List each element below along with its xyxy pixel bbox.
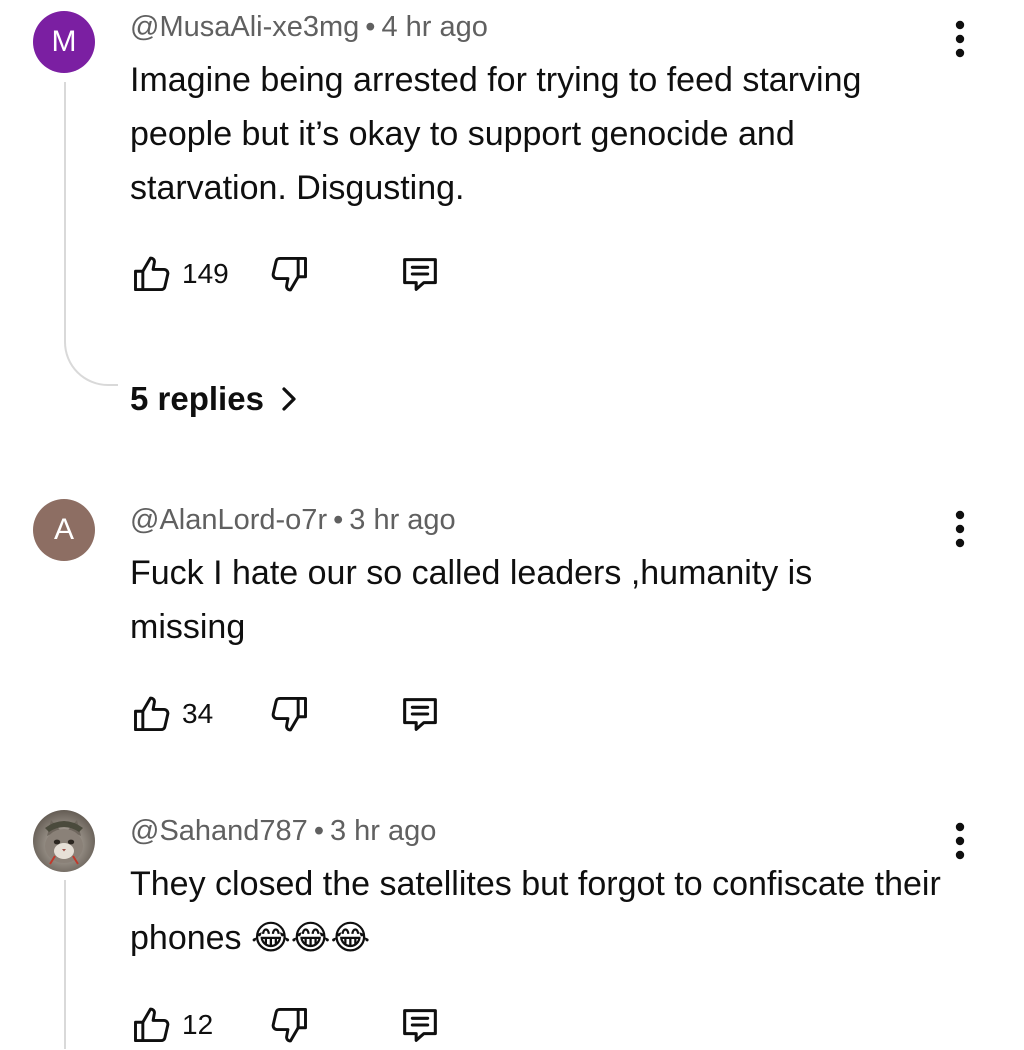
thread-line: [64, 82, 66, 342]
reply-button[interactable]: [397, 691, 443, 737]
comment-meta: @MusaAli-xe3mg • 4 hr ago: [130, 9, 488, 45]
more-options-button[interactable]: [944, 504, 976, 554]
dislike-button[interactable]: [267, 1003, 311, 1047]
cat-photo-icon: [33, 810, 95, 872]
comment-text: Imagine being arrested for trying to fee…: [130, 61, 862, 207]
comment-actions: 149: [130, 249, 443, 299]
comment-reply-icon: [403, 1009, 438, 1042]
meta-separator: •: [365, 11, 376, 43]
comment-text: Fuck I hate our so called leaders ,human…: [130, 554, 813, 646]
avatar-letter: A: [53, 513, 74, 546]
comment-meta: @AlanLord-o7r • 3 hr ago: [130, 502, 456, 538]
dislike-button[interactable]: [267, 252, 311, 296]
laughing-emoji: 😂😂😂: [251, 918, 371, 958]
view-replies-button[interactable]: 5 replies: [130, 380, 304, 418]
comment-author[interactable]: @AlanLord-o7r: [130, 504, 327, 536]
like-count: 34: [182, 698, 214, 729]
comment-author[interactable]: @Sahand787: [130, 815, 308, 847]
comment-author[interactable]: @MusaAli-xe3mg: [130, 11, 359, 43]
thread-curve: [64, 338, 118, 386]
comment-meta: @Sahand787 • 3 hr ago: [130, 813, 436, 849]
thumbs-down-icon: [271, 696, 308, 732]
comment-reply-icon: [403, 698, 438, 731]
thumbs-up-icon: [134, 1007, 170, 1043]
comment-time: 3 hr ago: [329, 815, 437, 847]
thumbs-down-icon: [271, 1007, 308, 1043]
like-button[interactable]: 12: [130, 1003, 213, 1047]
like-count: 12: [182, 1009, 214, 1040]
avatar[interactable]: M: [33, 11, 95, 73]
more-vert-icon: [955, 822, 965, 860]
thumbs-down-icon: [271, 256, 307, 292]
avatar-letter: M: [51, 25, 77, 58]
meta-separator: •: [313, 815, 324, 847]
cat-photo-avatar[interactable]: [33, 810, 95, 872]
replies-label: 5 replies: [130, 380, 264, 417]
avatar[interactable]: A: [33, 499, 95, 561]
thumbs-up-icon: [134, 256, 170, 292]
comment-text: They closed the satellites but forgot to…: [130, 857, 960, 965]
reply-button[interactable]: [397, 251, 443, 297]
comment-actions: 12: [130, 1000, 443, 1050]
thread-line: [64, 880, 66, 1049]
comment-actions: 34: [130, 689, 443, 739]
comment-time: 4 hr ago: [381, 11, 488, 43]
more-vert-icon: [955, 510, 965, 548]
meta-separator: •: [333, 504, 344, 536]
comment-time: 3 hr ago: [349, 504, 456, 536]
like-button[interactable]: 34: [130, 692, 213, 736]
dislike-button[interactable]: [267, 692, 311, 736]
like-button[interactable]: 149: [130, 252, 229, 296]
like-count: 149: [182, 258, 229, 289]
thumbs-up-icon: [134, 696, 170, 732]
comment-reply-icon: [402, 258, 437, 291]
reply-button[interactable]: [397, 1002, 443, 1048]
chevron-right-icon: [282, 387, 296, 411]
